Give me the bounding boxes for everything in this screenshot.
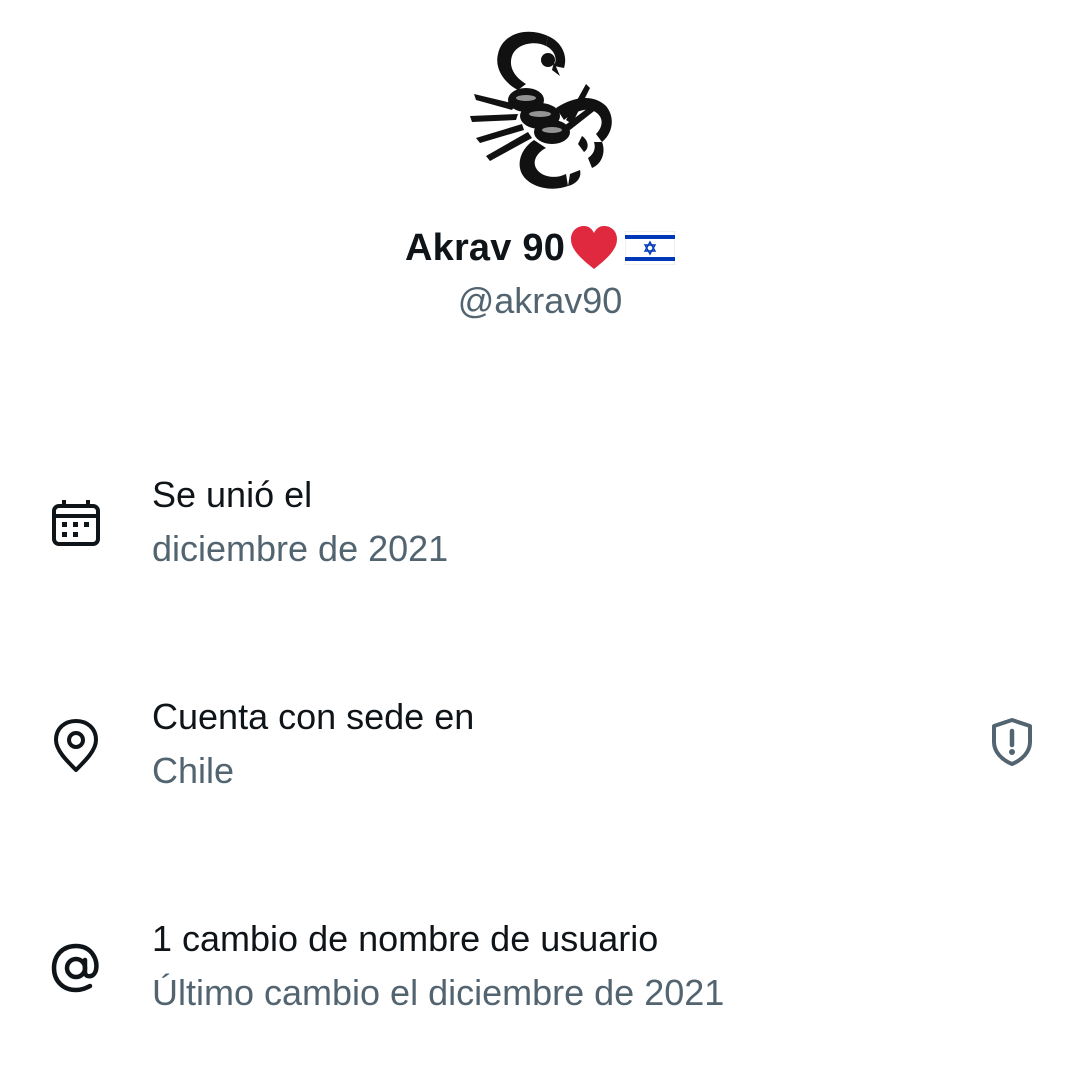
joined-date-row: Se unió el diciembre de 2021 bbox=[0, 474, 1080, 594]
joined-label: Se unió el bbox=[152, 474, 313, 515]
display-name: Akrav 90 bbox=[404, 226, 566, 269]
scorpion-avatar-image bbox=[470, 31, 612, 189]
location-pin-icon bbox=[48, 718, 104, 774]
username-changes-row: 1 cambio de nombre de usuario Último cam… bbox=[0, 918, 1080, 1038]
shield-alert-icon[interactable] bbox=[986, 716, 1038, 768]
calendar-icon bbox=[48, 496, 104, 552]
location-value: Chile bbox=[152, 750, 235, 791]
avatar[interactable] bbox=[456, 24, 624, 204]
username-changes-value: Último cambio el diciembre de 2021 bbox=[152, 972, 725, 1013]
location-label: Cuenta con sede en bbox=[152, 696, 475, 737]
username-changes-label: 1 cambio de nombre de usuario bbox=[152, 918, 659, 959]
profile-handle: @akrav90 bbox=[457, 280, 623, 321]
profile-name-row: Akrav 90 bbox=[0, 220, 1080, 276]
at-sign-icon bbox=[48, 940, 104, 996]
joined-value: diciembre de 2021 bbox=[152, 528, 449, 569]
account-location-row: Cuenta con sede en Chile bbox=[0, 696, 1080, 816]
israel-flag-icon bbox=[625, 231, 676, 265]
red-heart-icon bbox=[571, 226, 618, 269]
